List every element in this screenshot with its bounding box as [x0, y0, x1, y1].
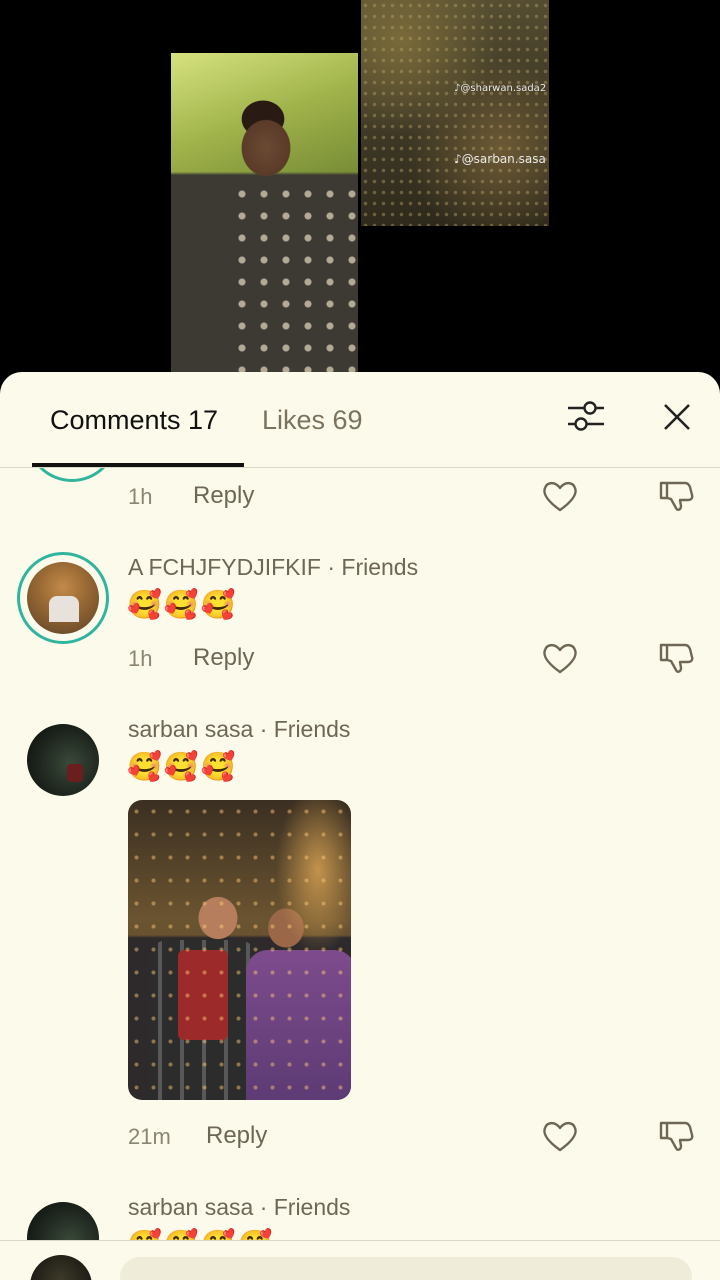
video-frame-portrait	[171, 53, 358, 383]
comment-list[interactable]: 1h Reply A FCHJFYDJIFKIF · Friends 🥰🥰🥰 1…	[0, 468, 720, 1240]
video-preview[interactable]: ♪@sharwan.sada2 ♪@sarban.sasa	[0, 0, 720, 400]
close-icon[interactable]	[660, 400, 694, 434]
avatar[interactable]	[27, 562, 99, 634]
video-frame-forest	[361, 0, 549, 226]
sheet-header: Comments 17 Likes 69	[0, 372, 720, 468]
comment-input[interactable]	[120, 1257, 692, 1280]
commenter-name[interactable]: sarban sasa · Friends	[128, 716, 350, 743]
comment-time: 1h	[128, 646, 153, 671]
comments-sheet: Comments 17 Likes 69 1h Reply A FCHJFYDJ…	[0, 372, 720, 1280]
user-avatar[interactable]	[30, 1255, 92, 1280]
avatar[interactable]	[27, 1202, 99, 1240]
comment-text: 🥰🥰🥰	[127, 751, 238, 782]
tab-likes[interactable]: Likes 69	[262, 405, 363, 436]
thumbs-down-icon[interactable]	[658, 1117, 694, 1153]
comment-text: 🥰🥰🥰🥰	[127, 1228, 274, 1240]
reply-button[interactable]: Reply	[193, 644, 254, 672]
reply-button[interactable]: Reply	[206, 1122, 267, 1150]
thumbs-down-icon[interactable]	[658, 477, 694, 513]
avatar-ring	[26, 468, 118, 482]
avatar[interactable]	[27, 724, 99, 796]
commenter-name[interactable]: A FCHJFYDJIFKIF · Friends	[128, 554, 418, 581]
commenter-name[interactable]: sarban sasa · Friends	[128, 1194, 350, 1221]
heart-icon[interactable]	[542, 480, 578, 512]
shirt-pattern	[231, 183, 358, 383]
watermark-top: ♪@sharwan.sada2	[454, 83, 547, 94]
comment-time: 1h	[128, 484, 153, 509]
thumbs-down-icon[interactable]	[658, 639, 694, 675]
comment-time: 21m	[128, 1124, 171, 1149]
comment-text: 🥰🥰🥰	[127, 589, 238, 620]
sliders-icon[interactable]	[566, 398, 606, 434]
active-tab-indicator	[32, 463, 244, 467]
reply-button[interactable]: Reply	[193, 482, 254, 510]
heart-icon[interactable]	[542, 1120, 578, 1152]
tab-comments[interactable]: Comments 17	[50, 405, 218, 436]
watermark-bottom: ♪@sarban.sasa	[454, 152, 546, 166]
heart-icon[interactable]	[542, 642, 578, 674]
photo-sparkles	[128, 800, 351, 1100]
comment-image[interactable]	[128, 800, 351, 1100]
comment-input-bar	[0, 1240, 720, 1280]
